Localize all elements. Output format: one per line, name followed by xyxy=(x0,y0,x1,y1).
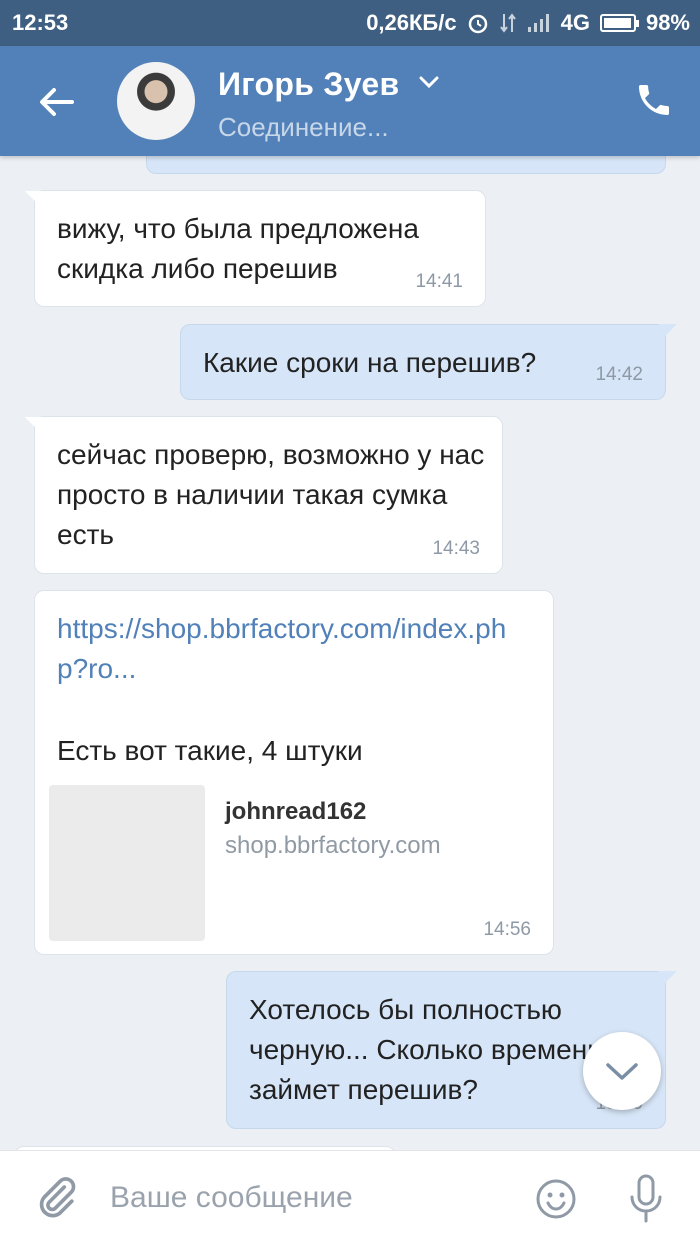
message-time: 14:42 xyxy=(595,364,643,385)
battery-percent: 98% xyxy=(645,10,690,35)
bubble-tail xyxy=(25,417,43,435)
attach-button[interactable] xyxy=(34,1175,78,1223)
chevron-down-icon[interactable] xyxy=(418,74,440,95)
network-type: 4G xyxy=(560,10,590,35)
back-button[interactable] xyxy=(34,80,78,124)
message-time: 14:41 xyxy=(415,271,463,292)
link-preview-title[interactable]: johnread162 xyxy=(225,797,366,827)
signal-icon xyxy=(527,13,551,33)
call-button[interactable] xyxy=(634,80,674,120)
contact-name[interactable]: Игорь Зуев xyxy=(218,66,399,103)
message-bubble[interactable]: сейчас проверю, возможно у нас просто в … xyxy=(25,416,503,574)
contact-avatar[interactable] xyxy=(117,62,195,140)
emoji-icon xyxy=(536,1179,576,1219)
data-transfer-icon xyxy=(499,12,517,34)
bubble-tail xyxy=(659,324,677,342)
bubble-tail xyxy=(25,191,43,209)
battery-icon xyxy=(599,14,639,32)
alarm-icon xyxy=(467,12,489,34)
message-text: Какие сроки на перешив? xyxy=(203,347,537,378)
chat-header: Игорь Зуев Соединение... xyxy=(0,46,700,156)
message-time: 14:56 xyxy=(483,919,531,940)
message-text: сейчас проверю, возможно у нас просто в … xyxy=(57,439,485,550)
connection-status: Соединение... xyxy=(218,112,389,142)
paperclip-icon xyxy=(39,1177,76,1218)
microphone-icon xyxy=(630,1174,662,1223)
scroll-to-bottom-button[interactable] xyxy=(583,1032,661,1110)
link-preview-domain: shop.bbrfactory.com xyxy=(225,832,441,859)
message-bubble[interactable]: вижу, что была предложена скидка либо пе… xyxy=(25,190,486,307)
bubble-tail xyxy=(659,971,677,989)
back-arrow-icon xyxy=(40,88,74,116)
net-speed: 0,26КБ/с xyxy=(366,10,457,35)
phone-icon xyxy=(639,85,669,115)
message-time: 14:43 xyxy=(432,538,480,559)
message-input[interactable] xyxy=(110,1175,510,1221)
status-time: 12:53 xyxy=(12,10,69,35)
status-bar: 12:53 0,26КБ/с 4G 98% xyxy=(0,0,700,46)
message-text: Есть вот такие, 4 штуки xyxy=(57,735,363,766)
link-preview-thumbnail[interactable] xyxy=(49,785,205,941)
status-indicators: 0,26КБ/с 4G 98% xyxy=(366,10,690,36)
message-bubble-link[interactable]: https://shop.bbrfactory.com/index.php?ro… xyxy=(34,590,554,955)
message-composer xyxy=(0,1150,700,1245)
message-link[interactable]: https://shop.bbrfactory.com/index.php?ro… xyxy=(57,609,537,689)
chevron-down-icon xyxy=(606,1063,638,1080)
voice-message-button[interactable] xyxy=(628,1173,664,1225)
message-bubble[interactable]: Какие сроки на перешив? 14:42 xyxy=(180,324,677,400)
message-text: вижу, что была предложена скидка либо пе… xyxy=(57,213,419,284)
emoji-button[interactable] xyxy=(534,1177,578,1221)
